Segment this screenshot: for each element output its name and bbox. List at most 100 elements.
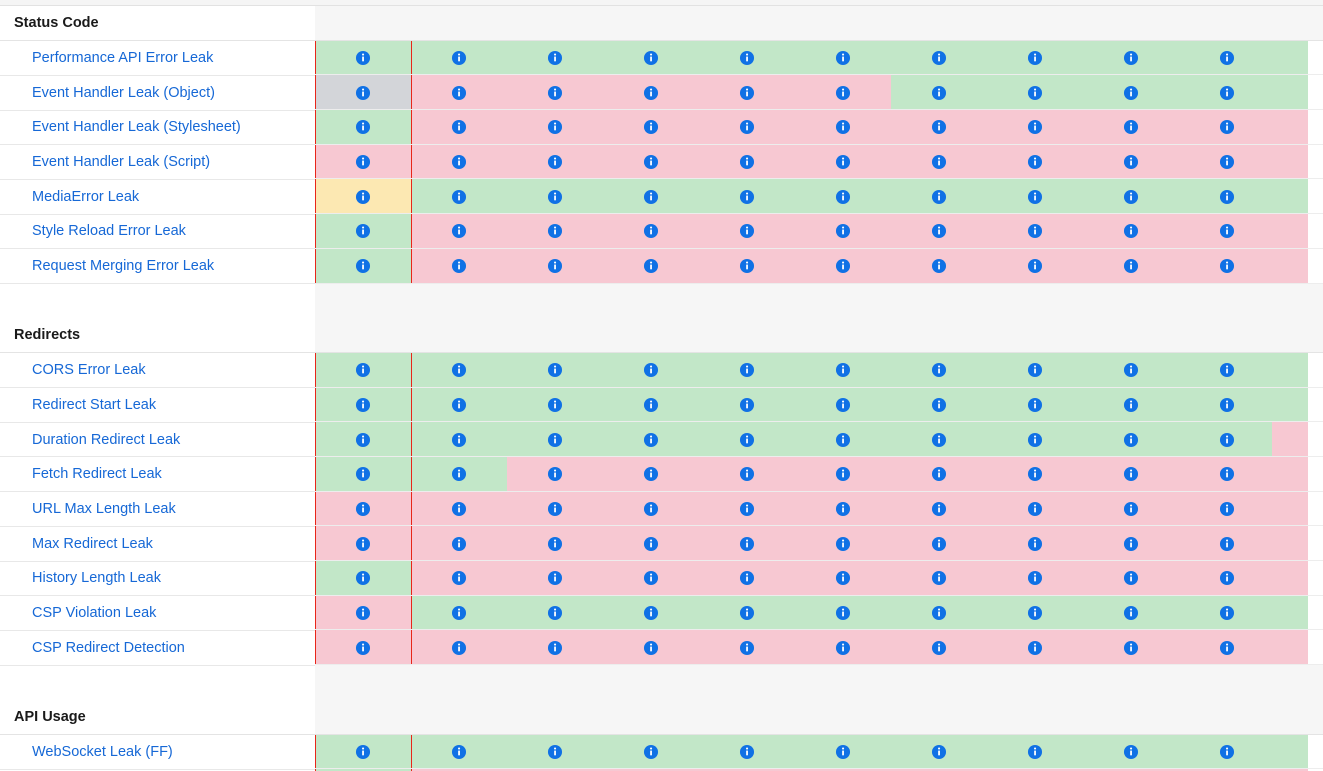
info-icon-button-7[interactable] [931,397,947,412]
info-icon-button-1[interactable] [355,432,371,447]
info-icon-button-9[interactable] [1123,432,1139,447]
info-icon-button-9[interactable] [1123,224,1139,239]
info-icon-button-1[interactable] [355,501,371,516]
info-icon-button-4[interactable] [643,397,659,412]
leak-test-link[interactable]: Performance API Error Leak [0,40,315,76]
leak-test-link[interactable]: Event Handler Leak (Object) [0,75,315,111]
info-icon-button-3[interactable] [547,640,563,655]
info-icon-button-3[interactable] [547,259,563,274]
leak-test-link[interactable]: Request Merging Error Leak [0,248,315,284]
info-icon-button-10[interactable] [1219,51,1235,66]
info-icon-button-5[interactable] [739,224,755,239]
info-icon-button-3[interactable] [547,745,563,760]
info-icon-button-5[interactable] [739,501,755,516]
info-icon-button-7[interactable] [931,85,947,100]
info-icon-button-8[interactable] [1027,85,1043,100]
info-icon-button-7[interactable] [931,501,947,516]
info-icon-button-10[interactable] [1219,467,1235,482]
info-icon-button-5[interactable] [739,155,755,170]
info-icon-button-1[interactable] [355,640,371,655]
info-icon-button-1[interactable] [355,363,371,378]
info-icon-button-7[interactable] [931,571,947,586]
info-icon-button-2[interactable] [451,189,467,204]
info-icon-button-7[interactable] [931,363,947,378]
info-icon-button-1[interactable] [355,571,371,586]
info-icon-button-1[interactable] [355,259,371,274]
info-icon-button-10[interactable] [1219,571,1235,586]
info-icon-button-9[interactable] [1123,640,1139,655]
leak-test-link[interactable]: Redirect Start Leak [0,387,315,423]
info-icon-button-10[interactable] [1219,606,1235,621]
info-icon-button-7[interactable] [931,606,947,621]
info-icon-button-8[interactable] [1027,467,1043,482]
info-icon-button-2[interactable] [451,155,467,170]
info-icon-button-5[interactable] [739,432,755,447]
info-icon-button-4[interactable] [643,224,659,239]
info-icon-button-4[interactable] [643,51,659,66]
info-icon-button-3[interactable] [547,571,563,586]
info-icon-button-2[interactable] [451,397,467,412]
info-icon-button-10[interactable] [1219,85,1235,100]
info-icon-button-9[interactable] [1123,606,1139,621]
info-icon-button-8[interactable] [1027,51,1043,66]
info-icon-button-10[interactable] [1219,224,1235,239]
info-icon-button-5[interactable] [739,571,755,586]
info-icon-button-4[interactable] [643,467,659,482]
info-icon-button-5[interactable] [739,606,755,621]
info-icon-button-4[interactable] [643,571,659,586]
info-icon-button-5[interactable] [739,397,755,412]
info-icon-button-6[interactable] [835,51,851,66]
info-icon-button-9[interactable] [1123,51,1139,66]
info-icon-button-7[interactable] [931,640,947,655]
info-icon-button-4[interactable] [643,363,659,378]
info-icon-button-6[interactable] [835,397,851,412]
info-icon-button-1[interactable] [355,85,371,100]
info-icon-button-10[interactable] [1219,501,1235,516]
info-icon-button-4[interactable] [643,432,659,447]
info-icon-button-4[interactable] [643,606,659,621]
info-icon-button-9[interactable] [1123,536,1139,551]
leak-test-link[interactable]: URL Max Length Leak [0,491,315,527]
info-icon-button-10[interactable] [1219,155,1235,170]
info-icon-button-10[interactable] [1219,536,1235,551]
info-icon-button-9[interactable] [1123,189,1139,204]
leak-test-link[interactable]: Fetch Redirect Leak [0,456,315,493]
info-icon-button-5[interactable] [739,640,755,655]
leak-test-link[interactable]: MediaError Leak [0,179,315,215]
info-icon-button-10[interactable] [1219,397,1235,412]
info-icon-button-9[interactable] [1123,155,1139,170]
leak-test-link[interactable]: Max Redirect Leak [0,526,315,562]
info-icon-button-2[interactable] [451,571,467,586]
info-icon-button-2[interactable] [451,51,467,66]
info-icon-button-3[interactable] [547,606,563,621]
info-icon-button-6[interactable] [835,606,851,621]
info-icon-button-3[interactable] [547,501,563,516]
info-icon-button-3[interactable] [547,467,563,482]
info-icon-button-2[interactable] [451,501,467,516]
info-icon-button-3[interactable] [547,224,563,239]
info-icon-button-2[interactable] [451,640,467,655]
leak-test-link[interactable]: Duration Redirect Leak [0,422,315,458]
info-icon-button-4[interactable] [643,259,659,274]
info-icon-button-2[interactable] [451,745,467,760]
info-icon-button-1[interactable] [355,189,371,204]
leak-test-link[interactable]: Event Handler Leak (Script) [0,144,315,180]
info-icon-button-8[interactable] [1027,536,1043,551]
info-icon-button-8[interactable] [1027,259,1043,274]
info-icon-button-4[interactable] [643,155,659,170]
info-icon-button-3[interactable] [547,189,563,204]
info-icon-button-2[interactable] [451,606,467,621]
info-icon-button-4[interactable] [643,745,659,760]
info-icon-button-8[interactable] [1027,189,1043,204]
info-icon-button-6[interactable] [835,189,851,204]
info-icon-button-3[interactable] [547,85,563,100]
info-icon-button-9[interactable] [1123,397,1139,412]
info-icon-button-3[interactable] [547,397,563,412]
info-icon-button-7[interactable] [931,155,947,170]
info-icon-button-10[interactable] [1219,640,1235,655]
info-icon-button-6[interactable] [835,536,851,551]
info-icon-button-8[interactable] [1027,571,1043,586]
info-icon-button-10[interactable] [1219,189,1235,204]
info-icon-button-3[interactable] [547,155,563,170]
info-icon-button-10[interactable] [1219,745,1235,760]
